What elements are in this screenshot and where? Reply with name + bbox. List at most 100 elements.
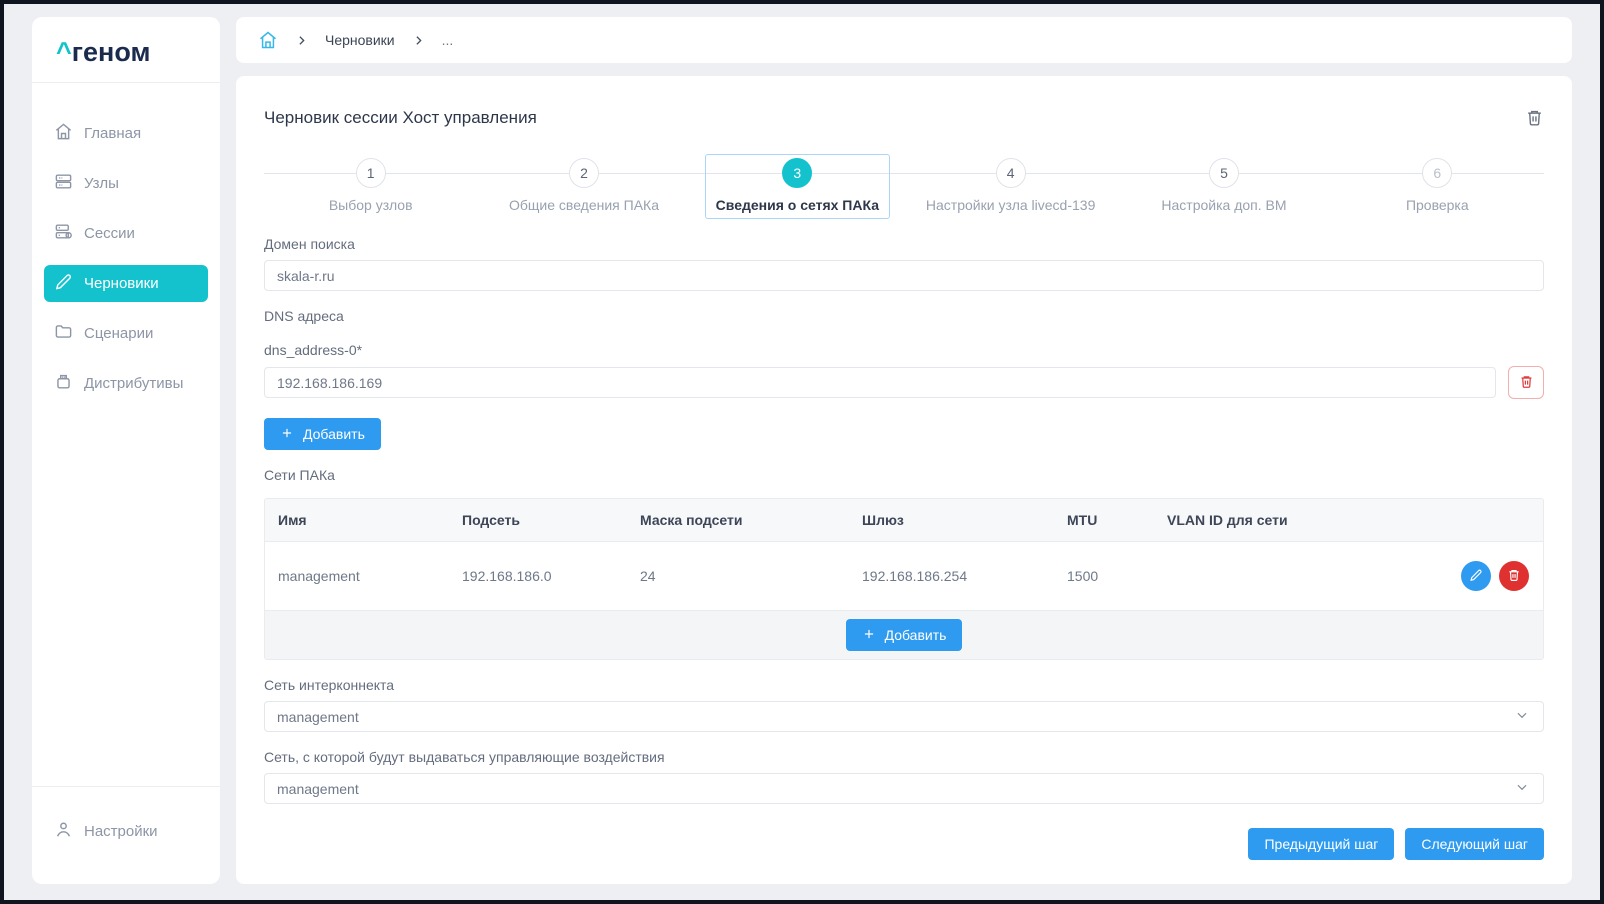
sidebar-item-sessions[interactable]: Сессии bbox=[44, 215, 208, 252]
step-label: Настройки узла livecd-139 bbox=[925, 197, 1096, 213]
column-header-mtu: MTU bbox=[1067, 512, 1098, 528]
search-domain-input[interactable] bbox=[264, 260, 1544, 291]
plus-icon bbox=[862, 627, 876, 644]
sidebar-nav: Главная Узлы Сессии Черновики Сценарии Д… bbox=[32, 83, 220, 786]
sidebar-item-label: Главная bbox=[84, 125, 142, 142]
sidebar-item-label: Узлы bbox=[84, 175, 119, 192]
page-title: Черновик сессии Хост управления bbox=[264, 108, 537, 127]
logo-text: геном bbox=[71, 37, 151, 67]
trash-icon bbox=[1507, 568, 1521, 585]
chevron-right-icon bbox=[295, 34, 308, 47]
interconnect-value: management bbox=[277, 708, 359, 725]
step-number: 3 bbox=[782, 158, 813, 188]
cell-mask: 24 bbox=[640, 568, 656, 584]
chevron-right-icon bbox=[412, 34, 425, 47]
control-network-select[interactable]: management bbox=[264, 773, 1544, 804]
plus-icon bbox=[280, 426, 294, 443]
stepper-step-6[interactable]: 6 Проверка bbox=[1330, 154, 1544, 219]
wizard-stepper: 1 Выбор узлов 2 Общие сведения ПАКа 3 Св… bbox=[264, 154, 1544, 219]
stepper-step-1[interactable]: 1 Выбор узлов bbox=[264, 154, 478, 219]
pencil-icon bbox=[1469, 568, 1483, 585]
next-step-button[interactable]: Следующий шаг bbox=[1405, 828, 1544, 860]
trash-icon bbox=[1525, 110, 1544, 130]
breadcrumb-home-icon[interactable] bbox=[258, 30, 278, 50]
table-footer: Добавить bbox=[265, 610, 1543, 659]
step-label: Выбор узлов bbox=[328, 197, 413, 213]
previous-step-button[interactable]: Предыдущий шаг bbox=[1248, 828, 1395, 860]
step-number: 2 bbox=[568, 158, 599, 188]
interconnect-select[interactable]: management bbox=[264, 701, 1544, 732]
remove-dns-button[interactable] bbox=[1508, 366, 1544, 399]
sidebar-item-label: Настройки bbox=[84, 823, 158, 840]
next-step-label: Следующий шаг bbox=[1421, 836, 1528, 852]
cell-mtu: 1500 bbox=[1067, 568, 1099, 584]
delete-network-button[interactable] bbox=[1499, 561, 1529, 591]
pencil-icon bbox=[54, 272, 73, 295]
step-number: 4 bbox=[995, 158, 1026, 188]
interconnect-label: Сеть интерконнекта bbox=[264, 677, 395, 693]
add-network-label: Добавить bbox=[884, 627, 947, 643]
add-dns-label: Добавить bbox=[303, 426, 365, 442]
sidebar-bottom: Настройки bbox=[32, 786, 220, 884]
draft-session-card: Черновик сессии Хост управления 1 Выбор … bbox=[236, 76, 1572, 884]
dns-address-row bbox=[264, 366, 1544, 399]
step-label: Общие сведения ПАКа bbox=[508, 197, 659, 213]
stepper-step-4[interactable]: 4 Настройки узла livecd-139 bbox=[903, 154, 1118, 219]
column-header-name: Имя bbox=[278, 512, 307, 528]
user-icon bbox=[54, 820, 73, 843]
column-header-mask: Маска подсети bbox=[640, 512, 743, 528]
nodes-icon bbox=[54, 172, 73, 195]
cell-name: management bbox=[278, 568, 360, 584]
home-icon bbox=[54, 122, 73, 145]
control-network-label: Сеть, с которой будут выдаваться управля… bbox=[264, 749, 665, 765]
sidebar-item-home[interactable]: Главная bbox=[44, 115, 208, 152]
logo-caret: ^ bbox=[56, 37, 72, 67]
column-header-gateway: Шлюз bbox=[862, 512, 904, 528]
flash-drive-icon bbox=[54, 372, 73, 395]
sidebar-item-scenarios[interactable]: Сценарии bbox=[44, 315, 208, 352]
step-number: 5 bbox=[1208, 158, 1239, 188]
table-header-row: Имя Подсеть Маска подсети Шлюз MTU VLAN … bbox=[265, 499, 1543, 541]
breadcrumb: Черновики ... bbox=[236, 17, 1572, 63]
search-domain-label: Домен поиска bbox=[264, 236, 355, 252]
column-header-subnet: Подсеть bbox=[462, 512, 520, 528]
edit-network-button[interactable] bbox=[1461, 561, 1491, 591]
stepper-step-5[interactable]: 5 Настройка доп. ВМ bbox=[1117, 154, 1331, 219]
app-logo: ^геном bbox=[32, 17, 220, 82]
stepper-step-3-active[interactable]: 3 Сведения о сетях ПАКа bbox=[690, 154, 904, 219]
sidebar-item-settings[interactable]: Настройки bbox=[44, 813, 208, 850]
add-network-button[interactable]: Добавить bbox=[845, 619, 963, 651]
folder-icon bbox=[54, 322, 73, 345]
add-dns-button[interactable]: Добавить bbox=[264, 418, 381, 450]
networks-table: Имя Подсеть Маска подсети Шлюз MTU VLAN … bbox=[264, 498, 1544, 660]
sidebar-item-label: Дистрибутивы bbox=[84, 375, 184, 392]
sidebar-item-drafts[interactable]: Черновики bbox=[44, 265, 208, 302]
sessions-icon bbox=[54, 222, 73, 245]
step-label: Настройка доп. ВМ bbox=[1161, 197, 1287, 213]
stepper-step-2[interactable]: 2 Общие сведения ПАКа bbox=[477, 154, 691, 219]
networks-section-label: Сети ПАКа bbox=[264, 467, 335, 483]
breadcrumb-item-drafts[interactable]: Черновики bbox=[325, 32, 395, 48]
previous-step-label: Предыдущий шаг bbox=[1264, 836, 1379, 852]
delete-draft-button[interactable] bbox=[1525, 108, 1544, 130]
dns-address-0-label: dns_address-0* bbox=[264, 342, 363, 358]
trash-icon bbox=[1519, 374, 1534, 392]
sidebar-item-distributives[interactable]: Дистрибутивы bbox=[44, 365, 208, 402]
cell-subnet: 192.168.186.0 bbox=[462, 568, 552, 584]
step-label: Проверка bbox=[1405, 197, 1469, 213]
dns-section-label: DNS адреса bbox=[264, 308, 344, 324]
dns-address-0-input[interactable] bbox=[264, 367, 1496, 398]
wizard-footer: Предыдущий шаг Следующий шаг bbox=[264, 806, 1544, 860]
chevron-down-icon bbox=[1515, 708, 1529, 725]
column-header-vlan: VLAN ID для сети bbox=[1167, 512, 1288, 528]
control-network-value: management bbox=[277, 780, 359, 797]
table-row: management 192.168.186.0 24 192.168.186.… bbox=[265, 541, 1543, 610]
row-actions bbox=[1373, 561, 1543, 591]
cell-gateway: 192.168.186.254 bbox=[862, 568, 968, 584]
sidebar-item-nodes[interactable]: Узлы bbox=[44, 165, 208, 202]
step-number: 6 bbox=[1422, 158, 1453, 188]
step-number: 1 bbox=[355, 158, 386, 188]
breadcrumb-item-current: ... bbox=[441, 32, 454, 48]
sidebar-item-label: Сессии bbox=[84, 225, 135, 242]
sidebar-item-label: Черновики bbox=[84, 275, 159, 292]
